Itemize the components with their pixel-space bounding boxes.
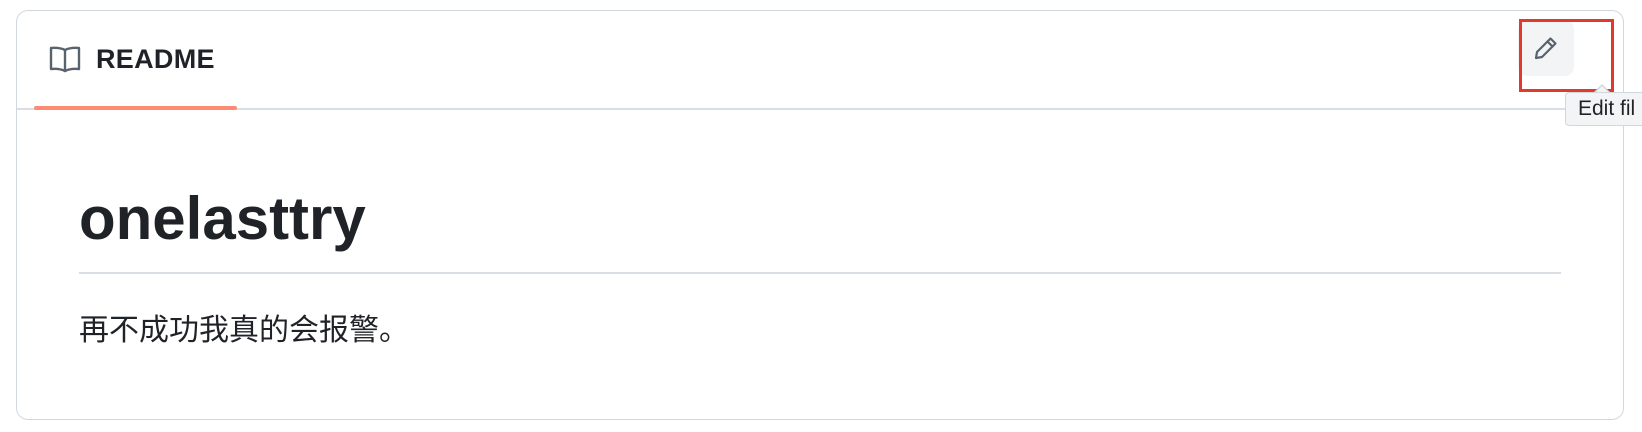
- readme-container: README onelasttry 再不成功我真的会报警。: [16, 10, 1624, 420]
- edit-file-tooltip: Edit fil: [1565, 92, 1642, 126]
- readme-heading: onelasttry: [79, 185, 366, 252]
- heading-divider: [79, 272, 1561, 274]
- readme-header: README: [17, 11, 1623, 110]
- tab-readme[interactable]: README: [34, 11, 237, 110]
- active-tab-underline: [34, 106, 237, 110]
- edit-file-button[interactable]: [1518, 20, 1574, 76]
- readme-tab-label: README: [96, 44, 215, 74]
- book-icon: [49, 46, 81, 73]
- page: README onelasttry 再不成功我真的会报警。 Edit fil: [0, 0, 1642, 432]
- readme-paragraph: 再不成功我真的会报警。: [79, 313, 409, 348]
- pencil-icon: [1534, 37, 1557, 60]
